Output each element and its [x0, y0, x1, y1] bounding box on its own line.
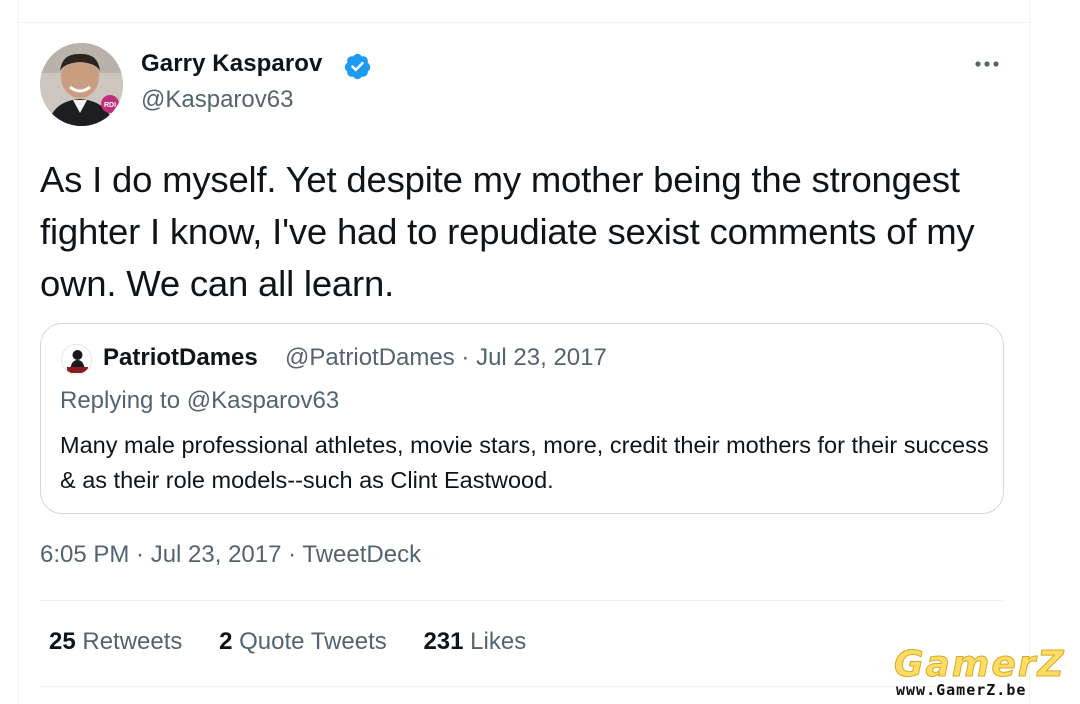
watermark-url: www.GamerZ.be — [896, 681, 1027, 699]
tweet-text: As I do myself. Yet despite my mother be… — [40, 159, 975, 304]
quote-tweets-label: Quote Tweets — [239, 628, 387, 655]
profile-photo-icon: RDI — [40, 43, 123, 126]
watermark-logo: GamerZ — [894, 644, 1066, 686]
tweet-source[interactable]: TweetDeck — [302, 541, 421, 568]
likes-stat[interactable]: 231 Likes — [423, 628, 526, 655]
retweets-stat[interactable]: 25 Retweets — [49, 628, 182, 655]
likes-label: Likes — [470, 628, 527, 655]
quoted-display-name: PatriotDames — [103, 344, 258, 371]
profile-photo-icon — [62, 345, 91, 374]
watermark: GamerZ www.GamerZ.be — [892, 644, 1065, 700]
author-handle[interactable]: @Kasparov63 — [141, 86, 293, 114]
likes-count: 231 — [423, 628, 464, 655]
divider — [18, 22, 1030, 23]
quoted-avatar — [61, 344, 92, 375]
tweet-timestamp[interactable]: 6:05 PM · Jul 23, 2017 — [40, 541, 281, 568]
retweets-label: Retweets — [82, 628, 183, 655]
quote-tweets-stat[interactable]: 2 Quote Tweets — [219, 628, 387, 655]
author-display-name[interactable]: Garry Kasparov — [141, 50, 323, 78]
tweet-stats: 25 Retweets 2 Quote Tweets 231 Likes — [49, 628, 556, 656]
retweets-count: 25 — [49, 628, 76, 655]
quoted-handle-date: @PatriotDames · Jul 23, 2017 — [285, 344, 607, 371]
divider — [40, 600, 1004, 601]
quote-tweets-count: 2 — [219, 628, 233, 655]
tweet-meta: 6:05 PM · Jul 23, 2017 · TweetDeck — [40, 541, 421, 569]
avatar-badge: RDI — [104, 102, 116, 109]
more-horizontal-icon[interactable] — [970, 54, 1004, 74]
quoted-replying-to: Replying to @Kasparov63 — [60, 387, 340, 414]
meta-separator: · — [281, 541, 303, 568]
author-avatar[interactable]: RDI — [40, 43, 123, 126]
quoted-tweet[interactable]: PatriotDames @PatriotDames · Jul 23, 201… — [40, 323, 1004, 514]
divider — [40, 686, 1004, 687]
quoted-text: Many male professional athletes, movie s… — [60, 432, 989, 493]
verified-badge-icon — [344, 53, 371, 80]
